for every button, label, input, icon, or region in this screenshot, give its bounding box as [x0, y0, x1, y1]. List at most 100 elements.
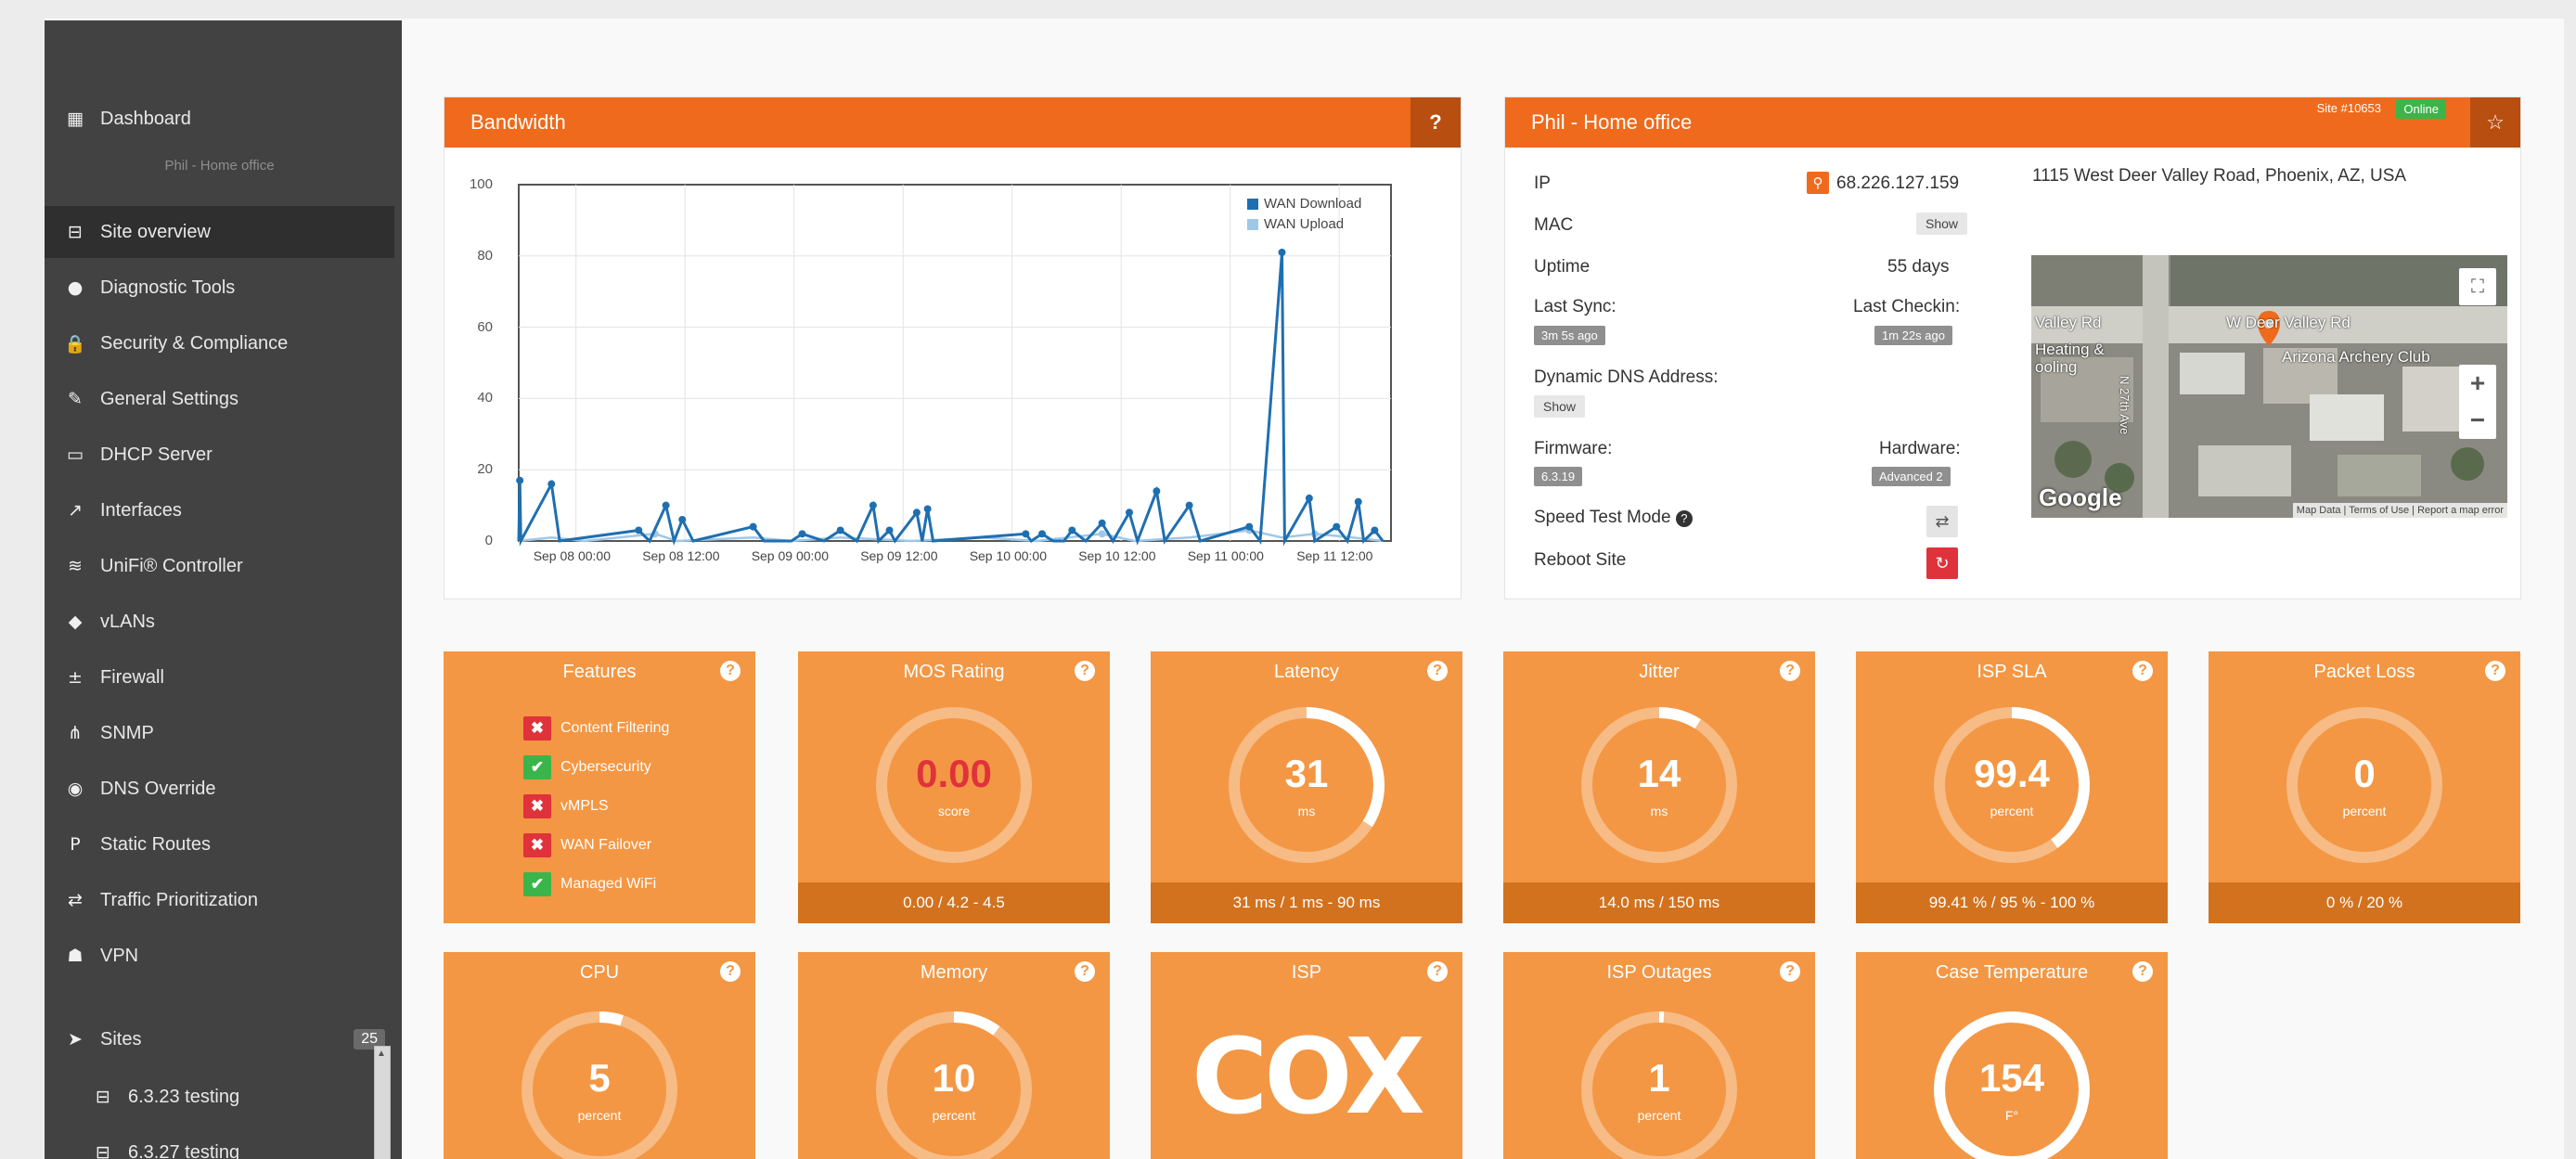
tile-jitter[interactable]: Jitter? 14 ms 14.0 ms / 150 ms [1503, 651, 1815, 923]
data-point [1354, 497, 1362, 506]
sidebar-item-general-settings[interactable]: ✎ General Settings [45, 373, 394, 425]
ip-lookup-button[interactable]: ⚲ [1807, 172, 1829, 194]
ddns-show-button[interactable]: Show [1534, 395, 1586, 418]
sidebar-item-vlans[interactable]: ◆ vLANs [45, 596, 394, 648]
tile-isp-sla[interactable]: ISP SLA? 99.4 percent 99.41 % / 95 % - 100 … [1856, 651, 2168, 923]
sites-list-item[interactable]: ⊟ 6.3.23 testing [45, 1071, 369, 1123]
map-terms-link[interactable]: Terms of Use [2349, 505, 2409, 516]
map-zoom-out-button[interactable]: − [2459, 402, 2496, 439]
speed-test-text: Speed Test Mode [1534, 508, 1671, 527]
sidebar-scrollbar[interactable]: ▲ [374, 1046, 391, 1159]
users-icon: ☗ [67, 946, 84, 966]
site-id: Site #10653 [2316, 101, 2381, 115]
route-icon: P [70, 834, 81, 855]
speed-test-toggle[interactable]: ⇄ [1926, 506, 1958, 537]
sidebar-item-dns-override[interactable]: ◉ DNS Override [45, 763, 394, 815]
legend-download[interactable]: WAN Download [1247, 196, 1361, 212]
lock-icon: 🔒 [64, 333, 86, 354]
data-point [678, 515, 687, 523]
legend-label: WAN Upload [1264, 216, 1345, 232]
data-point [1153, 487, 1161, 496]
tile-header: Features? [444, 651, 755, 692]
site-address: 1115 West Deer Valley Road, Phoenix, AZ,… [2032, 166, 2407, 186]
map-zoom-in-button[interactable]: + [2459, 365, 2496, 402]
feature-label: WAN Failover [560, 837, 652, 853]
gauge-unit: ms [1650, 804, 1668, 818]
tile-cpu[interactable]: CPU? 5 percent [444, 952, 755, 1159]
data-point [912, 509, 921, 517]
site-map[interactable]: Valley Rd W Deer Valley Rd Heating & ool… [2031, 255, 2507, 518]
sidebar-item-dashboard[interactable]: ▦ Dashboard [45, 93, 394, 145]
sidebar-item-snmp[interactable]: ⋔ SNMP [45, 707, 394, 759]
bandwidth-help-button[interactable]: ? [1410, 97, 1461, 148]
tile-latency[interactable]: Latency? 31 ms 31 ms / 1 ms - 90 ms [1151, 651, 1462, 923]
legend-swatch [1247, 219, 1258, 231]
gauge-value: 0 [2353, 752, 2376, 795]
data-point [885, 526, 894, 534]
feature-label: vMPLS [560, 798, 609, 814]
x-tick-label: Sep 11 12:00 [1296, 548, 1373, 563]
sidebar-item-sites[interactable]: ➤ Sites 25 [45, 1013, 394, 1065]
tile-packet-loss[interactable]: Packet Loss? 0 percent 0 % / 20 % [2209, 651, 2520, 923]
sidebar-item-vpn[interactable]: ☗ VPN [45, 930, 394, 982]
map-fullscreen-button[interactable]: ⛶ [2459, 268, 2496, 305]
hardware-value: Advanced 2 [1872, 467, 1951, 486]
legend-upload[interactable]: WAN Upload [1247, 216, 1344, 232]
speed-test-label: Speed Test Mode ? [1534, 508, 1693, 528]
tile-case-temperature[interactable]: Case Temperature? 154 F° [1856, 952, 2168, 1159]
help-icon[interactable]: ? [720, 661, 741, 681]
y-tick-label: 100 [469, 176, 493, 192]
feature-label: Cybersecurity [560, 759, 651, 775]
sidebar-item-security-compliance[interactable]: 🔒 Security & Compliance [45, 317, 394, 369]
sidebar-item-traffic-prioritization[interactable]: ⇄ Traffic Prioritization [45, 874, 394, 926]
favorite-star-button[interactable]: ☆ [2470, 97, 2520, 148]
sidebar-item-diagnostic-tools[interactable]: ● Diagnostic Tools [45, 262, 394, 314]
sidebar-item-unifi-controller[interactable]: ≋ UniFi® Controller [45, 540, 394, 592]
sidebar-item-static-routes[interactable]: P Static Routes [45, 818, 394, 870]
tile-mos-rating[interactable]: MOS Rating? 0.00 score 0.00 / 4.2 - 4.5 [798, 651, 1110, 923]
data-point [749, 522, 757, 531]
tile-memory[interactable]: Memory? 10 percent [798, 952, 1110, 1159]
sidebar-item-dhcp-server[interactable]: ▭ DHCP Server [45, 429, 394, 481]
map-report-link[interactable]: Report a map error [2417, 505, 2504, 516]
sidebar: ▦ Dashboard Phil - Home office ⊟ Site ove… [45, 20, 402, 1159]
scroll-up-icon[interactable]: ▲ [377, 1049, 386, 1059]
help-icon[interactable]: ? [1427, 961, 1448, 982]
feature-row: ✔ Cybersecurity [523, 755, 651, 779]
map-data-link[interactable]: Map Data [2297, 505, 2341, 516]
gauge-unit: percent [932, 1108, 976, 1123]
info-icon: ● [67, 277, 84, 298]
sidebar-item-interfaces[interactable]: ↗ Interfaces [45, 484, 394, 536]
star-icon: ☆ [2486, 110, 2505, 134]
tile-isp[interactable]: ISP? COX [1151, 952, 1462, 1159]
data-point [1185, 501, 1193, 509]
x-tick-label: Sep 08 12:00 [642, 548, 720, 563]
tile-features[interactable]: Features? ✖ Content Filtering ✔ Cybersecurit… [444, 651, 755, 923]
sidebar-item-label: VPN [100, 945, 139, 966]
site-icon: ⊟ [96, 1142, 110, 1159]
data-point [547, 480, 556, 488]
plot-area [518, 184, 1392, 542]
hardware-label: Hardware: [1879, 439, 1961, 458]
exchange-icon: ⇄ [68, 890, 83, 910]
x-tick-label: Sep 11 00:00 [1187, 548, 1264, 563]
tile-footer: 14.0 ms / 150 ms [1503, 882, 1815, 923]
sidebar-item-label: DHCP Server [100, 444, 213, 465]
mac-show-button[interactable]: Show [1916, 212, 1968, 235]
reboot-button[interactable]: ↻ [1926, 547, 1958, 579]
map-road-label: W Deer Valley Rd [2226, 314, 2351, 331]
sites-list-item[interactable]: ⊟ 6.3.27 testing [45, 1127, 369, 1159]
tile-title: Features [562, 661, 637, 682]
map-attribution: Map Data | Terms of Use | Report a map e… [2292, 503, 2507, 518]
bandwidth-header: Bandwidth ? [444, 97, 1461, 148]
external-link-icon: ↗ [68, 500, 83, 521]
site-overview-icon: ⊟ [68, 222, 83, 242]
dns-icon: ◉ [67, 779, 84, 799]
map-cooling-label: ooling [2035, 358, 2078, 376]
site-name: 6.3.23 testing [128, 1086, 240, 1107]
sidebar-item-firewall[interactable]: ± Firewall [45, 651, 394, 703]
refresh-icon: ↻ [1935, 553, 1950, 573]
gauge-value: 14 [1637, 752, 1681, 795]
sidebar-item-site-overview[interactable]: ⊟ Site overview [45, 206, 394, 258]
tile-isp-outages[interactable]: ISP Outages? 1 percent [1503, 952, 1815, 1159]
